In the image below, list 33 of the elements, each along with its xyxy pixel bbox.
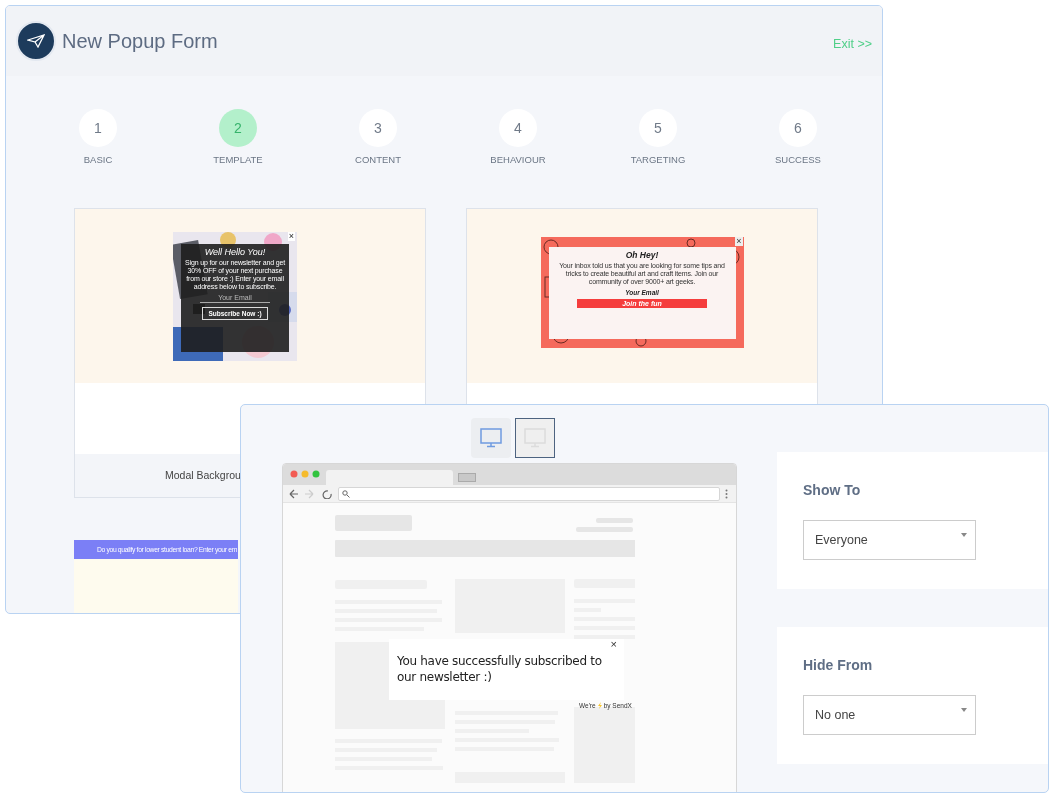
step-label: TEMPLATE	[213, 154, 263, 165]
close-icon: ×	[287, 231, 295, 241]
step-number[interactable]: 3	[359, 109, 397, 147]
caret-icon	[961, 533, 967, 537]
step-number[interactable]: 6	[779, 109, 817, 147]
logo-icon	[16, 21, 56, 61]
dropdown[interactable]: Everyone	[803, 520, 976, 560]
step-label: SUCCESS	[775, 154, 821, 165]
window-title: New Popup Form	[62, 29, 218, 53]
step-number[interactable]: 1	[79, 109, 117, 147]
monitor-icon	[480, 428, 502, 448]
step-number[interactable]: 4	[499, 109, 537, 147]
popup-heading: Oh Hey!	[625, 249, 659, 260]
success-message: You have successfully subscribed to our newsletter :)	[397, 653, 603, 685]
close-icon: ×	[735, 236, 743, 246]
step-label: CONTENT	[355, 154, 401, 165]
lightning-icon	[597, 702, 602, 709]
field-label: Hide From	[803, 657, 874, 673]
device-toggle[interactable]	[471, 418, 511, 458]
popup-heading: Well Hello You!	[204, 246, 266, 257]
device-toggle[interactable]	[515, 418, 555, 458]
step-label: BASIC	[83, 154, 113, 165]
search-icon	[342, 489, 350, 498]
dropdown[interactable]: No one	[803, 695, 976, 735]
step-label: TARGETING	[630, 154, 686, 165]
close-button[interactable]: ×	[610, 638, 617, 650]
step-label: BEHAVIOUR	[490, 154, 546, 165]
caret-icon	[961, 708, 967, 712]
step-number[interactable]: 5	[639, 109, 677, 147]
template-name: Modal Backgrou	[165, 469, 241, 482]
navigation-icon	[289, 488, 333, 499]
new-tab-icon	[458, 473, 476, 482]
menu-icon	[725, 488, 728, 499]
